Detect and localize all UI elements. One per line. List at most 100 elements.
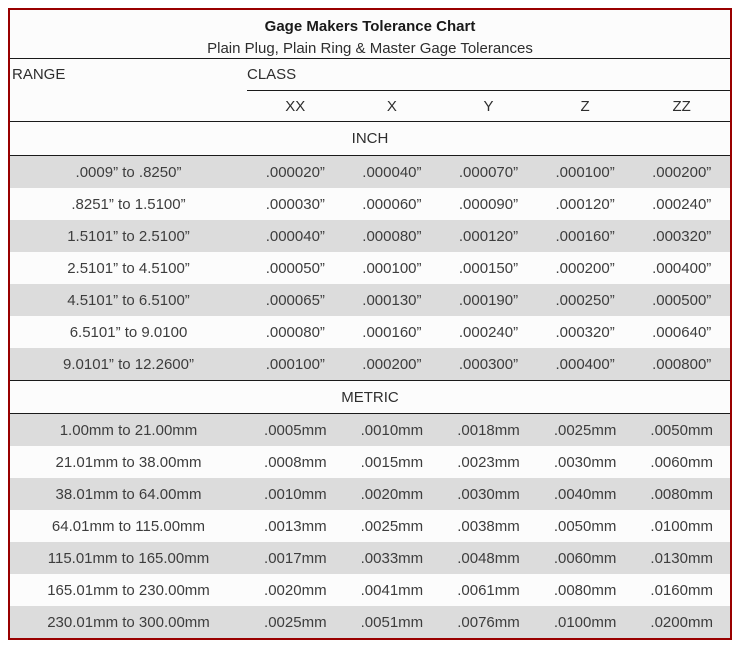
table-row: .0009” to .8250”.000020”.000040”.000070”… (10, 156, 730, 188)
value-cell: .0100mm (537, 614, 634, 631)
table-row: 1.5101” to 2.5100”.000040”.000080”.00012… (10, 220, 730, 252)
column-header-zz: ZZ (633, 98, 730, 115)
section-header-inch: INCH (10, 122, 730, 156)
table-row: 115.01mm to 165.00mm.0017mm.0033mm.0048m… (10, 542, 730, 574)
range-cell: 9.0101” to 12.2600” (10, 356, 247, 373)
value-cell: .0050mm (537, 518, 634, 535)
column-header-y: Y (440, 98, 537, 115)
range-column-header: RANGE (10, 59, 247, 121)
value-cell: .0033mm (344, 550, 441, 567)
value-cell: .0013mm (247, 518, 344, 535)
value-cell: .000400” (633, 260, 730, 277)
value-cell: .000200” (344, 356, 441, 373)
table-row: 6.5101” to 9.0100.000080”.000160”.000240… (10, 316, 730, 348)
value-cell: .0025mm (247, 614, 344, 631)
value-cell: .000160” (537, 228, 634, 245)
tolerance-chart-table: Gage Makers Tolerance Chart Plain Plug, … (8, 8, 732, 640)
table-row: 2.5101” to 4.5100”.000050”.000100”.00015… (10, 252, 730, 284)
column-header-xx: XX (247, 98, 344, 115)
column-header-x: X (344, 98, 441, 115)
range-cell: 230.01mm to 300.00mm (10, 614, 247, 631)
value-cell: .000030” (247, 196, 344, 213)
table-row: 1.00mm to 21.00mm.0005mm.0010mm.0018mm.0… (10, 414, 730, 446)
value-cell: .0130mm (633, 550, 730, 567)
value-cell: .000100” (247, 356, 344, 373)
value-cell: .0076mm (440, 614, 537, 631)
value-cell: .0025mm (537, 422, 634, 439)
value-cell: .0020mm (247, 582, 344, 599)
value-cell: .0048mm (440, 550, 537, 567)
value-cell: .0010mm (344, 422, 441, 439)
value-cell: .000300” (440, 356, 537, 373)
value-cell: .000080” (344, 228, 441, 245)
value-cell: .0023mm (440, 454, 537, 471)
value-cell: .000190” (440, 292, 537, 309)
value-cell: .0040mm (537, 486, 634, 503)
value-cell: .0061mm (440, 582, 537, 599)
value-cell: .0015mm (344, 454, 441, 471)
table-row: 230.01mm to 300.00mm.0025mm.0051mm.0076m… (10, 606, 730, 638)
table-row: .8251” to 1.5100”.000030”.000060”.000090… (10, 188, 730, 220)
range-cell: 1.5101” to 2.5100” (10, 228, 247, 245)
table-title: Gage Makers Tolerance Chart (10, 15, 730, 38)
value-cell: .000100” (537, 164, 634, 181)
value-cell: .0017mm (247, 550, 344, 567)
value-cell: .0008mm (247, 454, 344, 471)
range-cell: 165.01mm to 230.00mm (10, 582, 247, 599)
value-cell: .000320” (633, 228, 730, 245)
value-cell: .0018mm (440, 422, 537, 439)
range-cell: 4.5101” to 6.5100” (10, 292, 247, 309)
table-title-block: Gage Makers Tolerance Chart Plain Plug, … (10, 10, 730, 59)
value-cell: .000200” (633, 164, 730, 181)
value-cell: .0010mm (247, 486, 344, 503)
range-cell: 2.5101” to 4.5100” (10, 260, 247, 277)
value-cell: .0200mm (633, 614, 730, 631)
range-cell: 64.01mm to 115.00mm (10, 518, 247, 535)
value-cell: .000120” (537, 196, 634, 213)
value-cell: .000400” (537, 356, 634, 373)
table-row: 4.5101” to 6.5100”.000065”.000130”.00019… (10, 284, 730, 316)
value-cell: .0050mm (633, 422, 730, 439)
table-body: INCH.0009” to .8250”.000020”.000040”.000… (10, 122, 730, 638)
range-cell: .0009” to .8250” (10, 164, 247, 181)
table-row: 165.01mm to 230.00mm.0020mm.0041mm.0061m… (10, 574, 730, 606)
table-row: 21.01mm to 38.00mm.0008mm.0015mm.0023mm.… (10, 446, 730, 478)
value-cell: .000800” (633, 356, 730, 373)
value-cell: .000240” (633, 196, 730, 213)
table-header: RANGE CLASS XX X Y Z ZZ (10, 59, 730, 122)
value-cell: .0025mm (344, 518, 441, 535)
column-header-z: Z (537, 98, 634, 115)
value-cell: .000160” (344, 324, 441, 341)
value-cell: .000640” (633, 324, 730, 341)
value-cell: .0051mm (344, 614, 441, 631)
value-cell: .000200” (537, 260, 634, 277)
class-column-header: CLASS (247, 59, 730, 91)
class-header-area: CLASS XX X Y Z ZZ (247, 59, 730, 121)
value-cell: .0030mm (537, 454, 634, 471)
value-cell: .000040” (247, 228, 344, 245)
value-cell: .000150” (440, 260, 537, 277)
range-cell: 1.00mm to 21.00mm (10, 422, 247, 439)
value-cell: .0080mm (633, 486, 730, 503)
value-cell: .0041mm (344, 582, 441, 599)
value-cell: .000500” (633, 292, 730, 309)
value-cell: .0060mm (537, 550, 634, 567)
value-cell: .0005mm (247, 422, 344, 439)
value-cell: .0030mm (440, 486, 537, 503)
section-header-metric: METRIC (10, 380, 730, 414)
value-cell: .000120” (440, 228, 537, 245)
value-cell: .000320” (537, 324, 634, 341)
value-cell: .000065” (247, 292, 344, 309)
table-row: 38.01mm to 64.00mm.0010mm.0020mm.0030mm.… (10, 478, 730, 510)
range-cell: 6.5101” to 9.0100 (10, 324, 247, 341)
range-cell: 115.01mm to 165.00mm (10, 550, 247, 567)
value-cell: .000070” (440, 164, 537, 181)
range-cell: 21.01mm to 38.00mm (10, 454, 247, 471)
value-cell: .000040” (344, 164, 441, 181)
table-row: 9.0101” to 12.2600”.000100”.000200”.0003… (10, 348, 730, 380)
value-cell: .0100mm (633, 518, 730, 535)
range-cell: .8251” to 1.5100” (10, 196, 247, 213)
value-cell: .0060mm (633, 454, 730, 471)
class-subheaders: XX X Y Z ZZ (247, 91, 730, 121)
value-cell: .000060” (344, 196, 441, 213)
